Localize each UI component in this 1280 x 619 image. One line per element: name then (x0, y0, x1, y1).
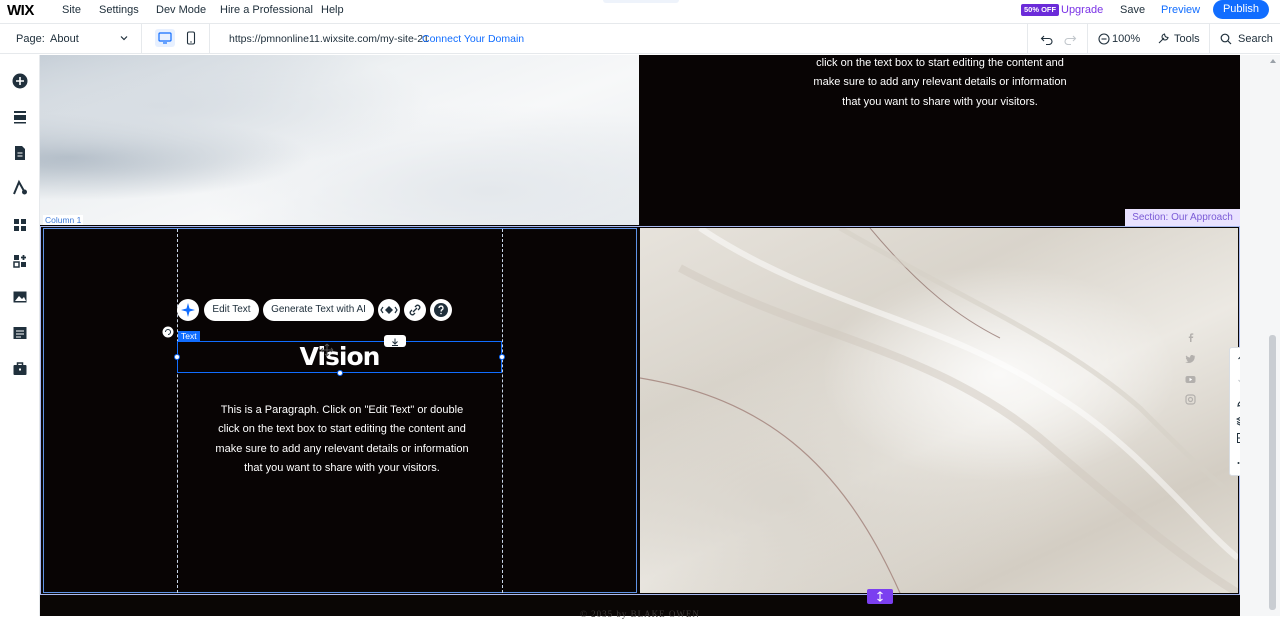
pages-icon[interactable] (11, 144, 29, 162)
marble-image[interactable] (640, 228, 1238, 593)
snow-image[interactable] (40, 55, 639, 225)
menu-site[interactable]: Site (62, 4, 81, 16)
chevron-down-icon[interactable] (118, 32, 130, 44)
generate-text-ai-button[interactable]: Generate Text with AI (263, 299, 374, 321)
add-elements-icon[interactable] (11, 72, 29, 90)
zoom-icon[interactable] (1098, 33, 1110, 45)
media-icon[interactable] (11, 288, 29, 306)
sections-icon[interactable] (11, 108, 29, 126)
instagram-icon[interactable] (1185, 394, 1196, 405)
edit-text-button[interactable]: Edit Text (204, 299, 259, 321)
facebook-icon[interactable] (1185, 332, 1196, 343)
layout-guide (502, 229, 503, 593)
download-chip[interactable] (384, 335, 406, 347)
resize-handle-right[interactable] (499, 354, 505, 360)
twitter-icon[interactable] (1185, 353, 1196, 364)
menu-dev-mode[interactable]: Dev Mode (156, 4, 206, 16)
column-label[interactable]: Column 1 (43, 215, 84, 225)
resize-handle-bottom[interactable] (337, 370, 343, 376)
top-menu-bar: WIX Site Settings Dev Mode Hire a Profes… (0, 0, 1280, 24)
menu-settings[interactable]: Settings (99, 4, 139, 16)
divider (1087, 24, 1088, 54)
connect-domain-link[interactable]: Connect Your Domain (422, 33, 524, 45)
paragraph-line: This is a Paragraph. Click on "Edit Text… (220, 404, 464, 416)
cms-icon[interactable] (11, 324, 29, 342)
section-resize-handle[interactable] (867, 589, 893, 604)
vertical-scrollbar[interactable] (1269, 335, 1276, 610)
move-cursor-icon (320, 343, 334, 357)
animation-button[interactable] (378, 299, 400, 321)
top-center-tab (603, 0, 679, 3)
page-selector[interactable]: About (50, 33, 79, 45)
paragraph-line: that you want to share with your visitor… (842, 95, 1038, 108)
redo-icon[interactable] (1063, 33, 1077, 45)
tools-icon[interactable] (1157, 32, 1170, 45)
paragraph-line: make sure to add any relevant details or… (215, 442, 469, 455)
download-icon (392, 338, 398, 346)
marble-veins (640, 228, 1238, 593)
divider (1209, 24, 1210, 54)
divider (141, 24, 142, 54)
search-button[interactable]: Search (1238, 33, 1273, 45)
link-icon (409, 304, 421, 316)
animation-icon (380, 306, 398, 314)
desktop-icon (158, 32, 172, 44)
scroll-up-icon[interactable] (1269, 57, 1277, 65)
undo-icon[interactable] (1040, 33, 1054, 45)
section-label[interactable]: Section: Our Approach (1125, 209, 1240, 226)
sparkle-icon (181, 303, 195, 317)
rotate-handle-icon[interactable] (162, 326, 174, 338)
selected-element-tag: Text (178, 331, 200, 341)
wix-logo[interactable]: WIX (7, 2, 34, 19)
search-icon[interactable] (1220, 33, 1232, 45)
help-icon (434, 303, 448, 317)
mobile-view-icon[interactable] (185, 30, 197, 47)
save-button[interactable]: Save (1120, 4, 1145, 16)
footer-copyright: © 2035 by BLAKE OWEN (580, 609, 700, 619)
youtube-icon[interactable] (1185, 374, 1196, 385)
page-label: Page: (16, 33, 45, 45)
paragraph-line: click on the text box to start editing t… (218, 423, 466, 436)
left-tool-rail (0, 55, 40, 616)
desktop-view-button[interactable] (155, 29, 175, 47)
portfolio-icon[interactable] (11, 360, 29, 378)
tools-button[interactable]: Tools (1174, 33, 1200, 45)
paragraph-line: that you want to share with your visitor… (244, 462, 440, 475)
apps-icon[interactable] (11, 216, 29, 234)
upgrade-link[interactable]: Upgrade (1061, 4, 1103, 16)
ai-assistant-button[interactable] (177, 299, 199, 321)
site-url: https://pmnonline11.wixsite.com/my-site-… (229, 33, 429, 45)
help-button[interactable] (430, 299, 452, 321)
zoom-level[interactable]: 100% (1112, 33, 1140, 45)
link-button[interactable] (404, 299, 426, 321)
menu-help[interactable]: Help (321, 4, 344, 16)
publish-button[interactable]: Publish (1213, 0, 1269, 19)
resize-handle-left[interactable] (174, 354, 180, 360)
menu-hire-a-professional[interactable]: Hire a Professional (220, 4, 313, 16)
business-apps-icon[interactable] (11, 252, 29, 270)
paragraph-line: click on the text box to start editing t… (816, 57, 1064, 69)
resize-vertical-icon (877, 591, 883, 602)
divider (209, 24, 210, 54)
selection-frame[interactable] (177, 341, 502, 373)
paragraph-line: make sure to add any relevant details or… (813, 76, 1067, 89)
preview-button[interactable]: Preview (1161, 4, 1200, 16)
discount-badge: 50% OFF (1021, 4, 1060, 16)
layout-guide (177, 229, 178, 593)
editor-toolbar: Page: About https://pmnonline11.wixsite.… (0, 24, 1280, 54)
design-icon[interactable] (11, 179, 29, 197)
divider (1027, 24, 1028, 54)
